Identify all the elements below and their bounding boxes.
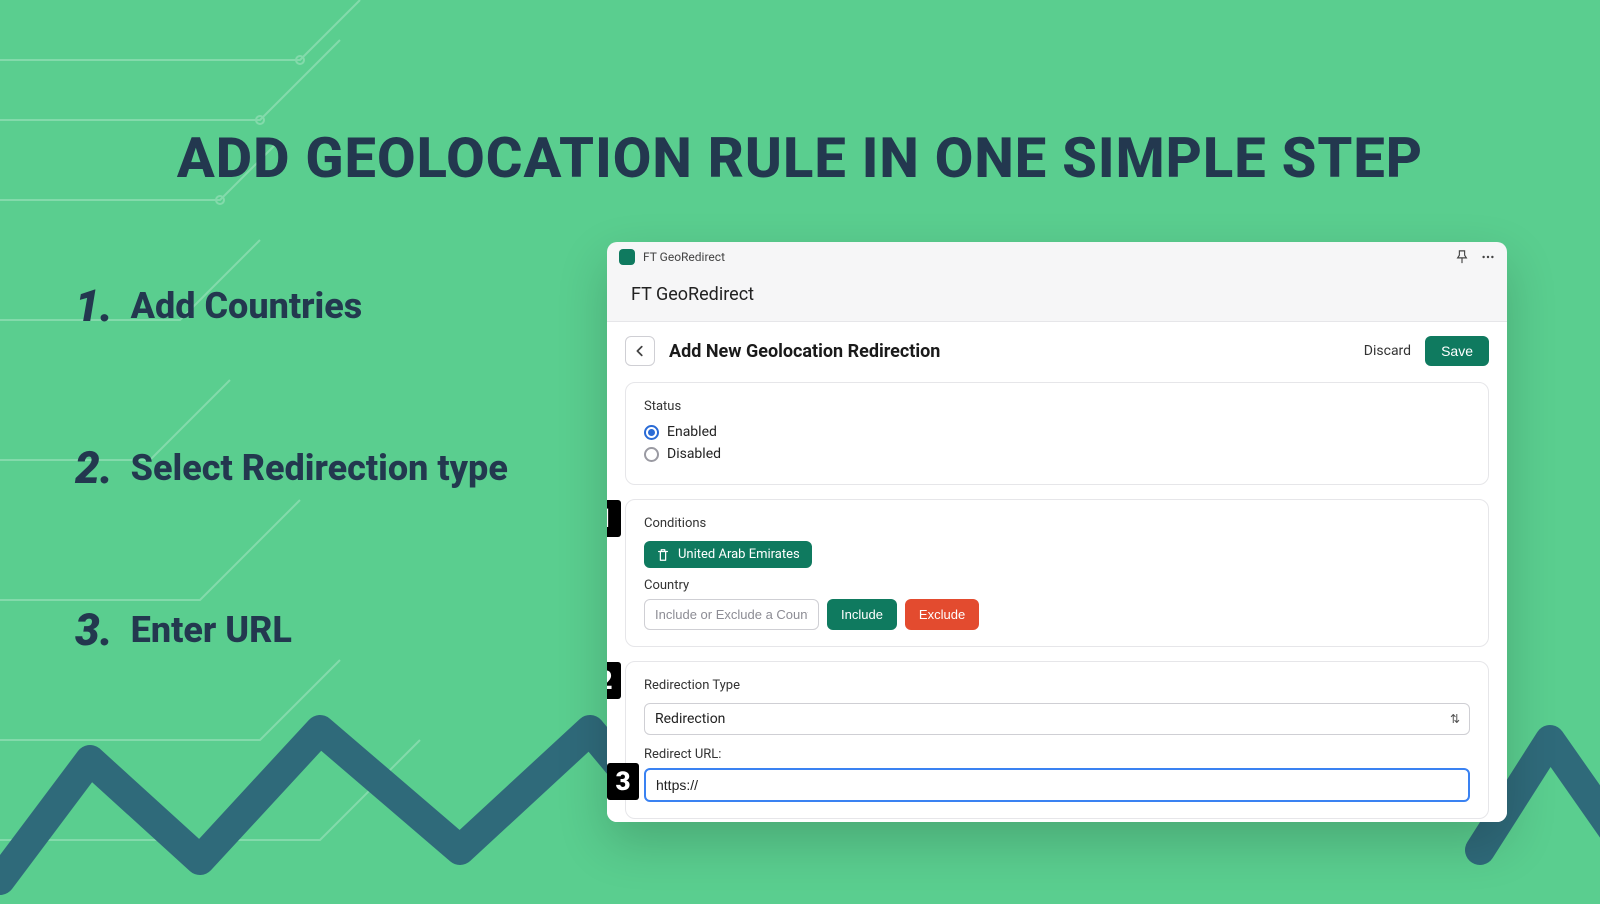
pin-icon[interactable]	[1455, 250, 1469, 264]
discard-button[interactable]: Discard	[1364, 343, 1411, 359]
radio-label: Enabled	[667, 424, 717, 440]
redirection-card: 2 Redirection Type Redirection ⇅ 3 Redir…	[625, 661, 1489, 819]
status-enabled-option[interactable]: Enabled	[644, 424, 1470, 440]
country-input[interactable]	[644, 599, 819, 630]
radio-label: Disabled	[667, 446, 721, 462]
status-section-label: Status	[644, 399, 1470, 414]
arrow-left-icon	[633, 344, 647, 358]
step-list: 1. Add Countries 2. Select Redirection t…	[75, 280, 508, 766]
save-button[interactable]: Save	[1425, 336, 1489, 366]
step-item-3: 3. Enter URL	[75, 604, 508, 656]
conditions-section-label: Conditions	[644, 516, 1470, 531]
back-button[interactable]	[625, 336, 655, 366]
slide-headline: ADD GEOLOCATION RULE IN ONE SIMPLE STEP	[0, 125, 1600, 191]
app-topbar: FT GeoRedirect	[607, 242, 1507, 272]
chevron-updown-icon: ⇅	[1450, 712, 1460, 726]
radio-icon	[644, 447, 659, 462]
step-number: 3.	[75, 604, 113, 656]
step-label: Select Redirection type	[131, 447, 508, 489]
redirection-type-value: Redirection	[644, 703, 1470, 735]
redirect-url-input[interactable]	[644, 768, 1470, 802]
step-label: Enter URL	[131, 609, 292, 651]
step-label: Add Countries	[131, 285, 363, 327]
radio-icon	[644, 425, 659, 440]
conditions-card: 1 Conditions United Arab Emirates Countr…	[625, 499, 1489, 647]
status-disabled-option[interactable]: Disabled	[644, 446, 1470, 462]
annotation-badge-3: 3	[607, 763, 639, 800]
annotation-badge-1: 1	[607, 500, 621, 537]
redirect-url-label: Redirect URL:	[644, 747, 1470, 762]
step-item-2: 2. Select Redirection type	[75, 442, 508, 494]
country-chip-label: United Arab Emirates	[678, 547, 800, 562]
redirection-type-label: Redirection Type	[644, 678, 1470, 693]
redirection-type-select[interactable]: Redirection ⇅	[644, 703, 1470, 735]
include-button[interactable]: Include	[827, 599, 897, 630]
page-title: Add New Geolocation Redirection	[669, 341, 940, 362]
step-item-1: 1. Add Countries	[75, 280, 508, 332]
annotation-badge-2: 2	[607, 662, 621, 699]
step-number: 2.	[75, 442, 113, 494]
app-logo-icon	[619, 249, 635, 265]
exclude-button[interactable]: Exclude	[905, 599, 979, 630]
more-icon[interactable]	[1481, 250, 1495, 264]
country-chip[interactable]: United Arab Emirates	[644, 541, 812, 568]
trash-icon	[656, 548, 670, 562]
country-field-label: Country	[644, 578, 1470, 593]
status-card: Status Enabled Disabled	[625, 382, 1489, 485]
app-topbar-title: FT GeoRedirect	[643, 250, 725, 264]
panel-title: FT GeoRedirect	[607, 272, 1507, 321]
step-number: 1.	[75, 280, 113, 332]
app-frame: FT GeoRedirect FT GeoRedirect Add New Ge…	[607, 242, 1507, 822]
